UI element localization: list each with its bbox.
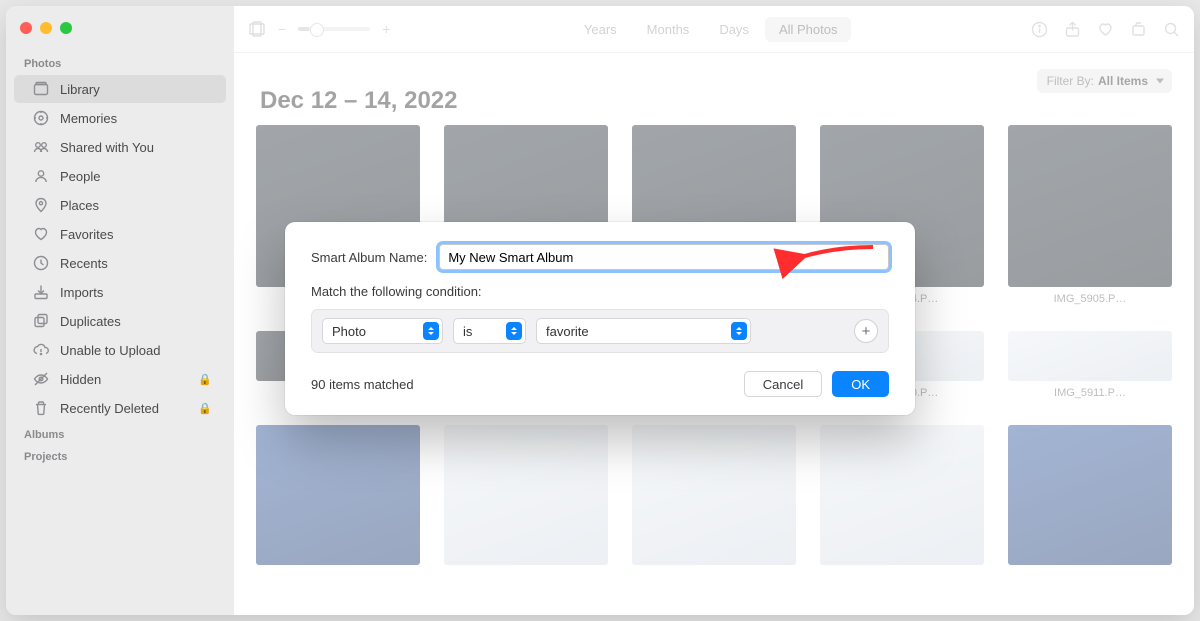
places-icon <box>32 196 50 214</box>
add-criteria-button[interactable]: + <box>854 319 878 343</box>
condition-label: Match the following condition: <box>311 284 889 299</box>
sidebar-item-recently-deleted[interactable]: Recently Deleted 🔒 <box>14 394 226 422</box>
people-icon <box>32 167 50 185</box>
sidebar-item-label: Recently Deleted <box>60 401 188 416</box>
album-name-label: Smart Album Name: <box>311 250 427 265</box>
favorites-icon <box>32 225 50 243</box>
sidebar-item-label: Favorites <box>60 227 212 242</box>
sidebar-item-label: People <box>60 169 212 184</box>
sidebar-item-unable-to-upload[interactable]: Unable to Upload <box>14 336 226 364</box>
criteria-verb-popup[interactable]: is <box>453 318 526 344</box>
popup-arrows-icon <box>423 322 439 340</box>
smart-album-dialog: Smart Album Name: Match the following co… <box>285 222 915 415</box>
unable-icon <box>32 341 50 359</box>
sidebar-item-people[interactable]: People <box>14 162 226 190</box>
popup-arrows-icon <box>506 322 522 340</box>
sidebar-section-title: Albums <box>6 423 234 445</box>
sidebar-item-label: Duplicates <box>60 314 212 329</box>
sidebar-item-recents[interactable]: Recents <box>14 249 226 277</box>
criteria-subject-popup[interactable]: Photo <box>322 318 443 344</box>
sidebar-item-hidden[interactable]: Hidden 🔒 <box>14 365 226 393</box>
sidebar-item-label: Memories <box>60 111 212 126</box>
sidebar-item-label: Shared with You <box>60 140 212 155</box>
sidebar: Photos Library Memories Shared with You Peop… <box>6 6 234 615</box>
sidebar-item-label: Hidden <box>60 372 188 387</box>
ok-button[interactable]: OK <box>832 371 889 397</box>
lock-icon: 🔒 <box>198 373 212 386</box>
lock-icon: 🔒 <box>198 402 212 415</box>
items-matched-label: 90 items matched <box>311 377 414 392</box>
close-window-button[interactable] <box>20 22 32 34</box>
memories-icon <box>32 109 50 127</box>
sidebar-item-imports[interactable]: Imports <box>14 278 226 306</box>
sidebar-section-title: Projects <box>6 445 234 467</box>
hidden-icon <box>32 370 50 388</box>
shared-icon <box>32 138 50 156</box>
sidebar-section-title: Photos <box>6 52 234 74</box>
criteria-object-popup[interactable]: favorite <box>536 318 751 344</box>
trash-icon <box>32 399 50 417</box>
sidebar-item-places[interactable]: Places <box>14 191 226 219</box>
sidebar-item-favorites[interactable]: Favorites <box>14 220 226 248</box>
sidebar-item-library[interactable]: Library <box>14 75 226 103</box>
popup-arrows-icon <box>731 322 747 340</box>
sidebar-item-label: Unable to Upload <box>60 343 212 358</box>
sidebar-item-memories[interactable]: Memories <box>14 104 226 132</box>
sidebar-item-label: Imports <box>60 285 212 300</box>
criteria-row: Photo is favorite + <box>311 309 889 353</box>
sidebar-item-label: Library <box>60 82 212 97</box>
sidebar-item-shared-with-you[interactable]: Shared with You <box>14 133 226 161</box>
sidebar-item-label: Recents <box>60 256 212 271</box>
sidebar-item-duplicates[interactable]: Duplicates <box>14 307 226 335</box>
sidebar-item-label: Places <box>60 198 212 213</box>
zoom-window-button[interactable] <box>60 22 72 34</box>
album-name-input[interactable] <box>439 244 889 270</box>
minimize-window-button[interactable] <box>40 22 52 34</box>
window-controls <box>6 14 234 52</box>
library-icon <box>32 80 50 98</box>
imports-icon <box>32 283 50 301</box>
duplicates-icon <box>32 312 50 330</box>
cancel-button[interactable]: Cancel <box>744 371 822 397</box>
recents-icon <box>32 254 50 272</box>
